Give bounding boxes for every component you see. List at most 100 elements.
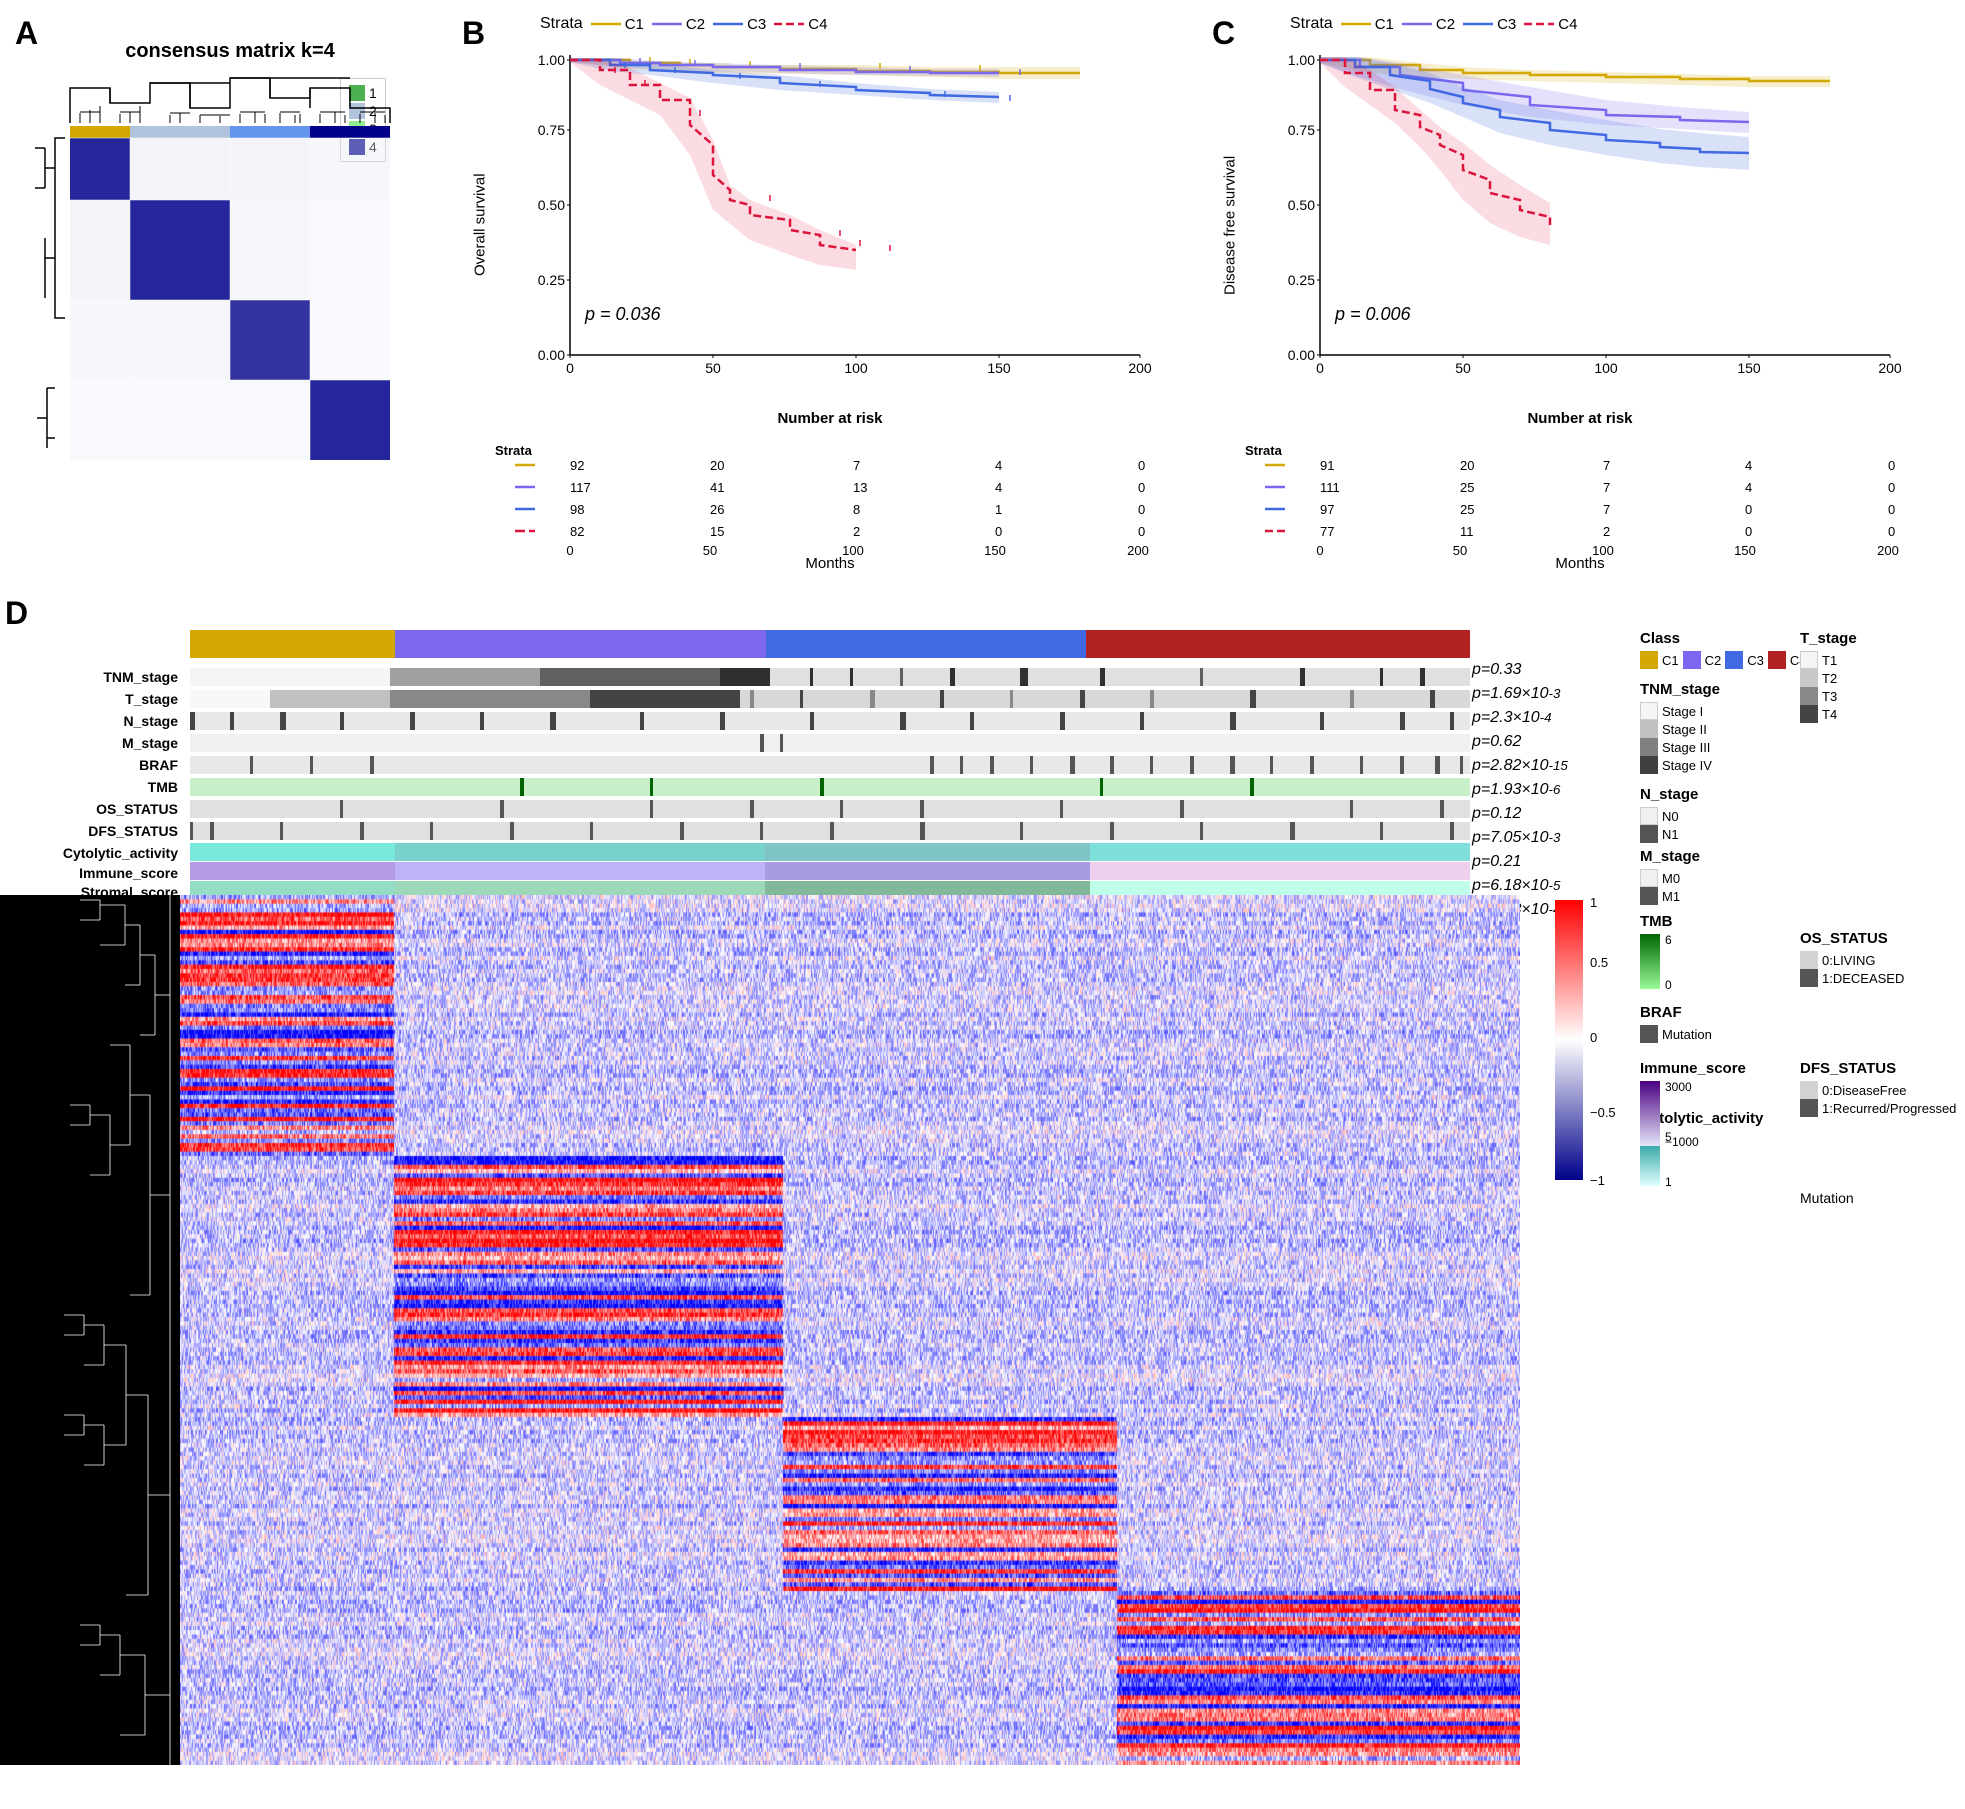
svg-text:150: 150: [1734, 543, 1756, 558]
strata-b-c2-label: C2: [686, 16, 705, 33]
class-c2-swatch: [1683, 651, 1701, 669]
svg-text:0: 0: [1316, 543, 1323, 558]
n-stage-legend-title: N_stage: [1640, 786, 1960, 803]
heatmap-dendrogram: [0, 895, 180, 1765]
svg-text:0.75: 0.75: [538, 122, 565, 138]
pval-m: p=0.62: [1472, 730, 1568, 754]
m0-label: M0: [1662, 871, 1680, 886]
km-c-y-label: Disease free survival: [1215, 45, 1245, 405]
dfs-legend-title: DFS_STATUS: [1800, 1060, 1956, 1077]
svg-text:117: 117: [570, 480, 591, 495]
pval-n: p=2.3×10-4: [1472, 706, 1568, 730]
class-legend-c3: C3: [1725, 651, 1764, 669]
km-b-risk-title: Number at risk: [460, 410, 1200, 427]
strata-c-c1: C1: [1341, 16, 1394, 33]
tnm-s2-swatch: [1640, 720, 1658, 738]
svg-text:200: 200: [1128, 360, 1152, 376]
tmb-scale-svg: 6 0: [1640, 934, 1690, 994]
heatmap-area: [0, 895, 1540, 1765]
svg-text:50: 50: [705, 360, 721, 376]
t-stage-legend: T_stage T1 T2 T3 T4: [1800, 630, 1857, 723]
svg-text:2: 2: [1603, 524, 1610, 539]
class-bar-c3: [766, 630, 1086, 658]
p-values-area: p=0.33 p=1.69×10-3 p=2.3×10-4 p=0.62 p=2…: [1472, 658, 1568, 922]
tnm-s3-swatch: [1640, 738, 1658, 756]
heatmap-color-scale: 1 0.5 0 −0.5 −1: [1555, 895, 1635, 1200]
svg-text:98: 98: [570, 502, 584, 517]
dfs-free-label: 0:DiseaseFree: [1822, 1083, 1907, 1098]
consensus-matrix-title: consensus matrix k=4: [10, 40, 450, 63]
svg-text:82: 82: [570, 524, 584, 539]
svg-text:150: 150: [1737, 360, 1761, 376]
svg-text:26: 26: [710, 502, 724, 517]
svg-text:4: 4: [1745, 458, 1752, 473]
os-legend-title: OS_STATUS: [1800, 930, 1904, 947]
strata-c-c4: C4: [1524, 16, 1577, 33]
km-c-risk-svg: Strata 91 20 7 4 0 111 25 7 4 0: [1210, 430, 1910, 560]
tnm-s1-swatch: [1640, 702, 1658, 720]
t1-label: T1: [1822, 653, 1837, 668]
km-b-plot: 0.00 0.25 0.50 0.75 1.00 0 50 100 150: [530, 45, 1170, 405]
n0-swatch: [1640, 807, 1658, 825]
km-b-risk-svg: Strata 92 20 7 4 0 117 41 13 4 0: [460, 430, 1160, 560]
n1: N1: [1640, 825, 1960, 843]
svg-text:20: 20: [710, 458, 724, 473]
m1-label: M1: [1662, 889, 1680, 904]
km-b-strata-label: Strata: [540, 15, 583, 33]
strata-c-c2-label: C2: [1436, 16, 1455, 33]
svg-text:1: 1: [1665, 1175, 1672, 1189]
panel-d-label: D: [5, 595, 28, 632]
svg-text:100: 100: [1594, 360, 1618, 376]
svg-text:0: 0: [1138, 502, 1145, 517]
t3: T3: [1800, 687, 1857, 705]
pval-tnm: p=0.33: [1472, 658, 1568, 682]
svg-text:0.25: 0.25: [538, 272, 565, 288]
tmb-legend-title: TMB: [1640, 913, 1960, 930]
svg-text:0: 0: [1888, 458, 1895, 473]
t1: T1: [1800, 651, 1857, 669]
braf-label: Mutation: [1662, 1027, 1712, 1042]
svg-text:50: 50: [703, 543, 717, 558]
svg-text:200: 200: [1878, 360, 1902, 376]
svg-text:−0.5: −0.5: [1590, 1105, 1616, 1120]
svg-text:0.75: 0.75: [1288, 122, 1315, 138]
svg-text:N_stage: N_stage: [124, 713, 179, 729]
m0: M0: [1640, 869, 1960, 887]
svg-text:200: 200: [1127, 543, 1149, 558]
t2-swatch: [1800, 669, 1818, 687]
km-b-strata-header: Strata C1 C2 C3: [540, 15, 1180, 33]
os-legend: OS_STATUS 0:LIVING 1:DECEASED: [1800, 930, 1904, 987]
svg-text:Strata: Strata: [495, 443, 533, 458]
tnm-s4: Stage IV: [1640, 756, 1960, 774]
tnm-s4-label: Stage IV: [1662, 758, 1712, 773]
tnm-s3: Stage III: [1640, 738, 1960, 756]
braf-swatch: [1640, 1025, 1658, 1043]
tnm-s4-swatch: [1640, 756, 1658, 774]
pval-braf: p=2.82×10-15: [1472, 754, 1568, 778]
svg-text:0: 0: [1745, 502, 1752, 517]
svg-text:1.00: 1.00: [1288, 52, 1315, 68]
consensus-svg: [10, 68, 450, 568]
class-bar-c2: [395, 630, 766, 658]
svg-text:Strata: Strata: [1245, 443, 1283, 458]
main-container: A consensus matrix k=4 1 2 3: [0, 0, 1965, 1809]
t-stage-legend-title: T_stage: [1800, 630, 1857, 647]
svg-text:0.00: 0.00: [1288, 347, 1315, 363]
svg-text:25: 25: [1460, 502, 1474, 517]
svg-text:11: 11: [1460, 524, 1474, 539]
svg-text:0.50: 0.50: [538, 197, 565, 213]
km-c-strata-label: Strata: [1290, 15, 1333, 33]
pval-cyto: p=0.21: [1472, 850, 1568, 874]
strata-c-c3-label: C3: [1497, 16, 1516, 33]
km-b-risk-table: Number at risk Strata 92 20 7 4 0 117 41…: [460, 410, 1200, 570]
svg-text:−1000: −1000: [1665, 1135, 1699, 1149]
svg-text:BRAF: BRAF: [139, 757, 178, 773]
svg-text:6: 6: [1665, 933, 1672, 947]
svg-text:0: 0: [1888, 502, 1895, 517]
svg-text:7: 7: [1603, 480, 1610, 495]
pval-dfs: p=7.05×10-3: [1472, 826, 1568, 850]
svg-text:7: 7: [853, 458, 860, 473]
svg-text:TNM_stage: TNM_stage: [103, 669, 178, 685]
svg-text:0: 0: [995, 524, 1002, 539]
svg-text:1.00: 1.00: [538, 52, 565, 68]
